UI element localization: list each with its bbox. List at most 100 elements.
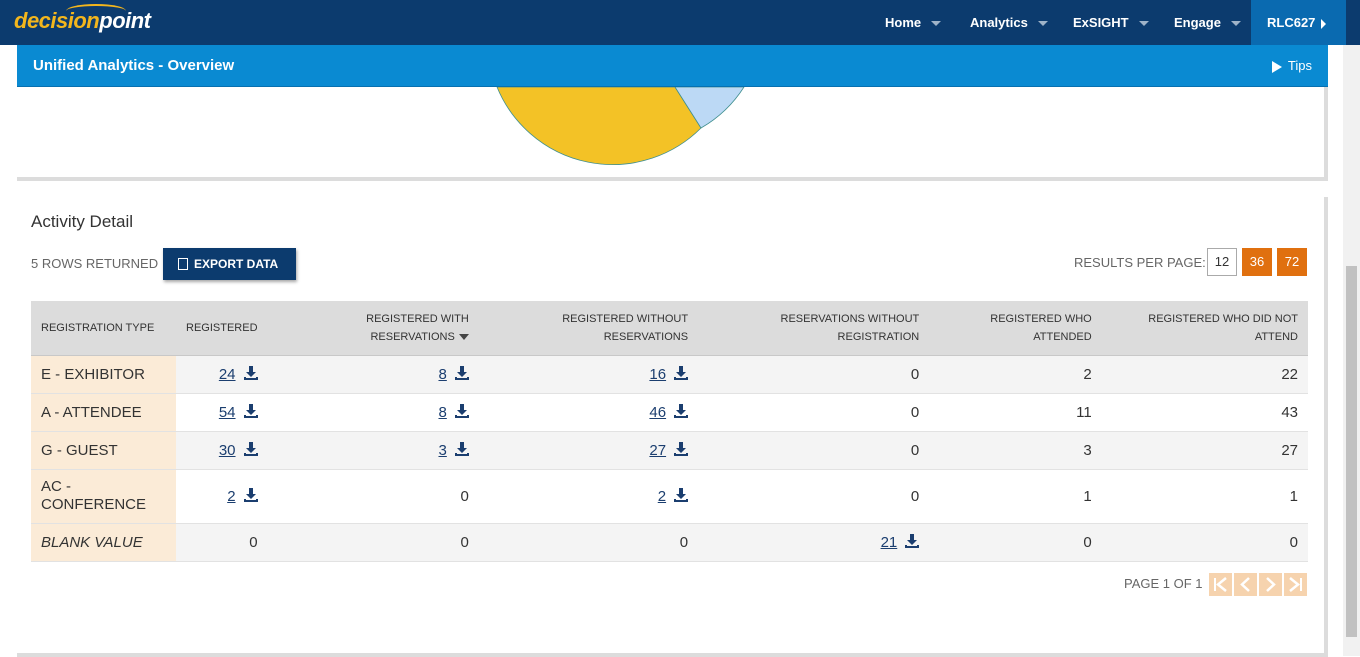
chevron-down-icon <box>1138 21 1149 27</box>
cell-registered-who-attended: 0 <box>929 523 1102 562</box>
col-header-label: REGISTERED WHO <box>990 312 1092 325</box>
col-header-registered-who-did-not-attend[interactable]: REGISTERED WHO DID NOT ATTEND <box>1101 301 1308 356</box>
cell-registered: 24 <box>176 355 268 394</box>
previous-page-button[interactable] <box>1234 573 1257 596</box>
pie-slice-yellow[interactable] <box>496 87 702 165</box>
registered-link[interactable]: 24 <box>219 366 236 383</box>
user-menu-button[interactable]: RLC627 <box>1251 0 1346 45</box>
with-reservations-link[interactable]: 8 <box>438 404 446 421</box>
col-header-reservations-without-registration[interactable]: RESERVATIONS WITHOUT REGISTRATION <box>698 301 930 356</box>
col-header-label: ATTEND <box>1254 330 1298 343</box>
cell-registered-with-reservations: 3 <box>267 431 479 470</box>
with-reservations-link[interactable]: 8 <box>438 366 446 383</box>
cell-registered-with-reservations: 8 <box>267 393 479 432</box>
cell-registered-who-did-not-attend: 27 <box>1101 431 1308 470</box>
results-per-page-72[interactable]: 72 <box>1277 248 1307 276</box>
download-icon[interactable] <box>674 403 689 418</box>
table-row: A - ATTENDEE 54 8 46 0 11 43 <box>31 393 1308 432</box>
rows-returned-text: 5 ROWS RETURNED <box>31 256 159 271</box>
col-header-registered[interactable]: REGISTERED <box>176 301 268 356</box>
cell-registration-type: AC - CONFERENCE <box>31 469 177 524</box>
decisionpoint-logo[interactable]: decisionpoint <box>14 4 151 38</box>
download-icon[interactable] <box>905 533 920 548</box>
cell-registered-who-did-not-attend: 0 <box>1101 523 1308 562</box>
cell-registered-who-attended: 3 <box>929 431 1102 470</box>
results-per-page-label: RESULTS PER PAGE: <box>1074 255 1206 270</box>
cell-registered: 54 <box>176 393 268 432</box>
tips-label: Tips <box>1287 58 1312 73</box>
download-icon[interactable] <box>454 403 469 418</box>
activity-detail-title: Activity Detail <box>31 212 134 231</box>
export-file-icon <box>178 257 188 270</box>
cell-registered-who-attended: 11 <box>929 393 1102 432</box>
scrollbar-thumb[interactable] <box>1346 266 1357 637</box>
cell-registered-without-reservations: 27 <box>478 431 699 470</box>
first-page-icon <box>1214 577 1227 592</box>
col-header-label: REGISTERED WITHOUT <box>562 312 689 325</box>
download-icon[interactable] <box>243 441 258 456</box>
col-header-registered-who-attended[interactable]: REGISTERED WHO ATTENDED <box>929 301 1102 356</box>
export-data-label: EXPORT DATA <box>194 257 279 271</box>
activity-detail-table: REGISTRATION TYPE REGISTERED REGISTERED … <box>31 301 1308 562</box>
without-reservations-link[interactable]: 2 <box>658 488 666 505</box>
cell-registered-without-reservations: 2 <box>478 469 699 524</box>
activity-detail-panel: Activity Detail 5 ROWS RETURNED EXPORT D… <box>17 197 1328 657</box>
nav-analytics[interactable]: Analytics <box>970 0 1048 45</box>
page-indicator: PAGE 1 OF 1 <box>1124 576 1203 591</box>
with-reservations-link[interactable]: 3 <box>438 442 446 459</box>
last-page-button[interactable] <box>1284 573 1307 596</box>
cell-registration-type: E - EXHIBITOR <box>31 355 177 394</box>
nav-engage[interactable]: Engage <box>1174 0 1241 45</box>
download-icon[interactable] <box>674 441 689 456</box>
logo-arc <box>66 4 126 18</box>
cell-registered-with-reservations: 0 <box>267 523 479 562</box>
cell-reservations-without-registration: 0 <box>698 469 930 524</box>
cell-registered: 30 <box>176 431 268 470</box>
download-icon[interactable] <box>674 365 689 380</box>
col-header-registration-type[interactable]: REGISTRATION TYPE <box>31 301 177 356</box>
chevron-right-icon <box>1321 18 1327 29</box>
tips-button[interactable]: Tips <box>1271 45 1312 87</box>
download-icon[interactable] <box>674 487 689 502</box>
without-reservations-link[interactable]: 46 <box>649 404 666 421</box>
cell-reservations-without-registration: 0 <box>698 393 930 432</box>
table-header-row: REGISTRATION TYPE REGISTERED REGISTERED … <box>31 301 1308 356</box>
next-page-button[interactable] <box>1259 573 1282 596</box>
download-icon[interactable] <box>454 441 469 456</box>
cell-registered-without-reservations: 0 <box>478 523 699 562</box>
page-title: Unified Analytics - Overview <box>33 57 235 74</box>
cell-registered-who-attended: 2 <box>929 355 1102 394</box>
results-per-page-12[interactable]: 12 <box>1207 248 1237 276</box>
chevron-left-icon <box>1240 577 1250 592</box>
col-header-label: RESERVATIONS <box>370 330 455 343</box>
download-icon[interactable] <box>243 487 258 502</box>
cell-registered-without-reservations: 16 <box>478 355 699 394</box>
col-header-registered-with-reservations[interactable]: REGISTERED WITH RESERVATIONS <box>267 301 479 356</box>
export-data-button[interactable]: EXPORT DATA <box>163 248 296 280</box>
col-header-registered-without-reservations[interactable]: REGISTERED WITHOUT RESERVATIONS <box>478 301 699 356</box>
registered-link[interactable]: 54 <box>219 404 236 421</box>
registered-link[interactable]: 2 <box>227 488 235 505</box>
registered-link[interactable]: 30 <box>219 442 236 459</box>
nav-exsight[interactable]: ExSIGHT <box>1073 0 1149 45</box>
chevron-down-icon <box>931 21 942 27</box>
cell-registered-who-did-not-attend: 1 <box>1101 469 1308 524</box>
download-icon[interactable] <box>243 365 258 380</box>
without-reservations-link[interactable]: 27 <box>649 442 666 459</box>
without-reservations-link[interactable]: 16 <box>649 366 666 383</box>
download-icon[interactable] <box>454 365 469 380</box>
results-per-page-36[interactable]: 36 <box>1242 248 1272 276</box>
last-page-icon <box>1289 577 1302 592</box>
reservations-without-registration-link[interactable]: 21 <box>881 534 898 551</box>
vertical-scrollbar[interactable] <box>1343 45 1360 656</box>
pie-chart <box>496 87 745 165</box>
nav-analytics-label: Analytics <box>970 15 1028 30</box>
table-row: E - EXHIBITOR 24 8 16 0 2 22 <box>31 355 1308 394</box>
nav-home[interactable]: Home <box>885 0 942 45</box>
first-page-button[interactable] <box>1209 573 1232 596</box>
page-header-bar: Unified Analytics - Overview Tips <box>17 45 1328 87</box>
download-icon[interactable] <box>243 403 258 418</box>
cell-registered-who-did-not-attend: 43 <box>1101 393 1308 432</box>
cell-registered-without-reservations: 46 <box>478 393 699 432</box>
col-header-label: REGISTERED <box>186 321 258 334</box>
